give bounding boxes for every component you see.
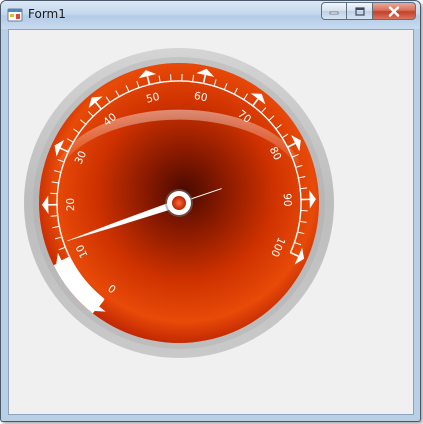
maximize-icon <box>354 6 365 16</box>
app-window: Form1 0 10 20 30 40 50 60 70 80 90 100 <box>0 0 421 422</box>
minimize-icon <box>329 11 339 15</box>
scale-label: 20 <box>65 198 77 212</box>
speed-gauge: 01020304050 60708090100 <box>24 48 334 358</box>
close-button[interactable] <box>373 2 416 20</box>
minimize-button[interactable] <box>321 2 347 20</box>
title-bar[interactable]: Form1 <box>1 1 420 29</box>
scale-label: 90 <box>281 193 293 207</box>
app-icon[interactable] <box>7 7 23 23</box>
minor-tick <box>50 192 58 195</box>
caption-buttons <box>321 2 416 21</box>
form-client-area: 0 10 20 30 40 50 60 70 80 90 100 <box>8 29 414 415</box>
needle-hub-center <box>172 196 186 210</box>
window-title: Form1 <box>28 7 66 21</box>
close-icon <box>388 5 400 17</box>
maximize-button[interactable] <box>347 2 373 20</box>
